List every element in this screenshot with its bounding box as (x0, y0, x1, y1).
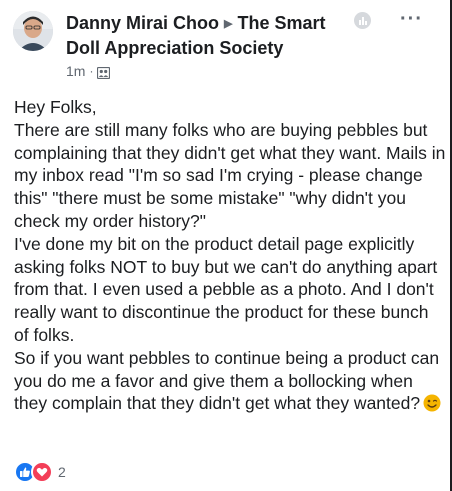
meta-separator: · (89, 64, 94, 78)
author-avatar[interactable] (13, 11, 53, 51)
post-insights-icon[interactable] (354, 12, 371, 29)
reaction-count: 2 (58, 464, 66, 480)
post-card: Danny Mirai Choo ▶ The Smart Doll Apprecia… (0, 0, 452, 491)
more-options-icon[interactable]: ··· (400, 8, 423, 31)
post-body-text: Hey Folks, There are still many folks wh… (14, 97, 446, 414)
author-name[interactable]: Danny Mirai Choo (66, 13, 219, 33)
winking-face-emoji (423, 394, 441, 412)
group-icon (97, 66, 111, 80)
love-icon (31, 461, 53, 483)
post-body: Hey Folks, There are still many folks wh… (14, 96, 446, 415)
author-line: Danny Mirai Choo ▶ The Smart Doll Apprecia… (66, 12, 356, 59)
post-header: Danny Mirai Choo ▶ The Smart Doll Apprecia… (66, 12, 356, 80)
post-meta: 1m · (66, 63, 356, 80)
arrow-right-icon: ▶ (224, 18, 233, 30)
reactions-bar[interactable]: 2 (14, 461, 66, 483)
post-timestamp[interactable]: 1m (66, 63, 85, 79)
